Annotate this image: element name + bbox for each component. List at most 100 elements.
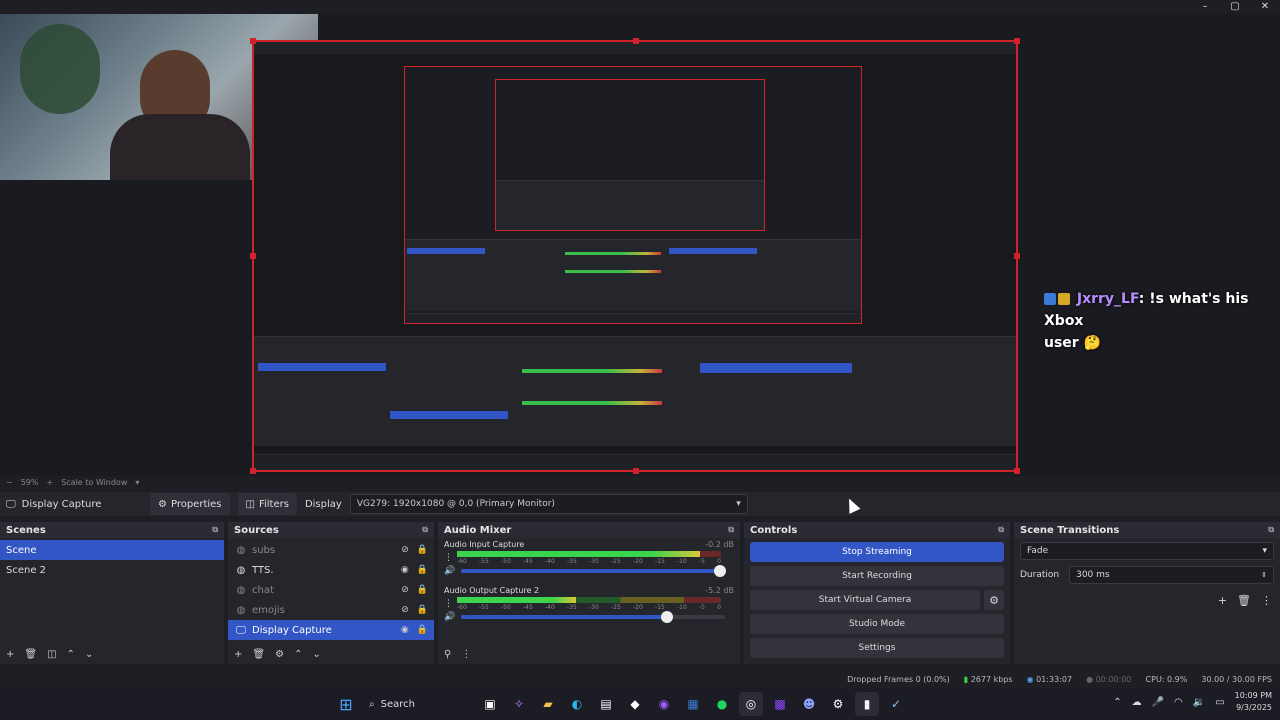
lock-icon[interactable]: 🔒 (417, 585, 428, 595)
eye-hidden-icon[interactable]: ⊘ (401, 605, 409, 615)
add-transition-icon[interactable]: + (1218, 594, 1227, 607)
start-virtual-camera-button[interactable]: Start Virtual Camera (750, 590, 980, 610)
scene-filters-icon[interactable]: ◫ (47, 649, 56, 660)
scene-item[interactable]: Scene 2 (0, 560, 224, 580)
remove-transition-icon[interactable]: 🗑 (1237, 594, 1251, 607)
undock-icon[interactable]: ⧉ (212, 525, 218, 535)
eye-icon[interactable]: ◉ (401, 565, 409, 575)
current-source-name: Display Capture (21, 498, 102, 510)
microphone-icon[interactable]: 🎤 (1152, 697, 1164, 708)
resize-handle-l[interactable] (250, 253, 256, 259)
zoom-out-icon[interactable]: − (6, 478, 13, 487)
resize-handle-b[interactable] (633, 468, 639, 474)
preview-canvas[interactable]: Jxrry_LF: !s what's his Xbox user 🤔 (0, 14, 1280, 476)
source-item[interactable]: ◍ emojis ⊘ 🔒 (228, 600, 434, 620)
source-item[interactable]: ◍ subs ⊘ 🔒 (228, 540, 434, 560)
move-down-icon[interactable]: ⌄ (85, 649, 93, 660)
volume-knob[interactable] (661, 611, 674, 623)
volume-slider[interactable] (461, 565, 726, 577)
settings-icon[interactable]: ⚙ (826, 692, 850, 716)
link-icon[interactable]: ⚲ (444, 649, 451, 660)
studio-mode-button[interactable]: Studio Mode (750, 614, 1004, 634)
source-item[interactable]: ◍ TTS. ◉ 🔒 (228, 560, 434, 580)
lock-icon[interactable]: 🔒 (417, 545, 428, 555)
undock-icon[interactable]: ⧉ (1268, 525, 1274, 535)
properties-button[interactable]: ⚙ Properties (150, 493, 230, 515)
wifi-icon[interactable]: ◠ (1174, 697, 1183, 708)
undock-icon[interactable]: ⧉ (998, 525, 1004, 535)
app-icon-2[interactable]: ▦ (681, 692, 705, 716)
mixer-menu-icon[interactable]: ⋮ (461, 649, 471, 660)
remove-scene-icon[interactable]: 🗑 (24, 649, 37, 660)
volume-icon[interactable]: 🔉 (1193, 697, 1205, 708)
start-icon[interactable]: ⊞ (334, 692, 358, 716)
display-select[interactable]: VG279: 1920x1080 @ 0,0 (Primary Monitor)… (349, 494, 748, 514)
task-view-icon[interactable]: ▣ (478, 692, 502, 716)
minimize-button[interactable]: – (1190, 0, 1220, 14)
scene-item[interactable]: Scene (0, 540, 224, 560)
chevron-down-icon[interactable]: ▾ (135, 478, 139, 487)
speaker-icon[interactable]: 🔊 (444, 612, 455, 622)
messenger-icon[interactable]: ◉ (652, 692, 676, 716)
app-icon[interactable]: ◆ (623, 692, 647, 716)
undock-icon[interactable]: ⧉ (728, 525, 734, 535)
transition-select[interactable]: Fade ▾ (1020, 542, 1274, 560)
speaker-icon[interactable]: 🔊 (444, 566, 455, 576)
edge-icon[interactable]: ◐ (565, 692, 589, 716)
volume-slider[interactable] (461, 611, 726, 623)
duration-input[interactable]: 300 ms ⇕ (1069, 566, 1274, 584)
start-recording-button[interactable]: Start Recording (750, 566, 1004, 586)
transition-menu-icon[interactable]: ⋮ (1261, 594, 1272, 607)
move-down-icon[interactable]: ⌄ (312, 649, 320, 660)
store-icon[interactable]: ▤ (594, 692, 618, 716)
app-icon-3[interactable]: ▮ (855, 692, 879, 716)
settings-button[interactable]: Settings (750, 638, 1004, 658)
filters-button[interactable]: ◫ Filters (237, 493, 297, 515)
clock[interactable]: 10:09 PM 9/3/2025 (1235, 690, 1272, 714)
volume-knob[interactable] (713, 565, 726, 577)
spotify-icon[interactable]: ● (710, 692, 734, 716)
zoom-in-icon[interactable]: + (46, 478, 53, 487)
scale-mode[interactable]: Scale to Window (61, 478, 127, 487)
resize-handle-t[interactable] (633, 38, 639, 44)
resize-handle-r[interactable] (1014, 253, 1020, 259)
source-item[interactable]: 🖵 Display Capture ◉ 🔒 (228, 620, 434, 640)
battery-icon[interactable]: ▭ (1215, 697, 1224, 708)
steam-icon[interactable]: ✓ (884, 692, 908, 716)
virtual-camera-settings-icon[interactable]: ⚙ (984, 590, 1004, 610)
copilot-icon[interactable]: ✧ (507, 692, 531, 716)
add-scene-icon[interactable]: + (6, 649, 14, 660)
lock-icon[interactable]: 🔒 (417, 625, 428, 635)
chevron-up-icon[interactable]: ⌃ (1113, 697, 1121, 708)
stepper-icon[interactable]: ⇕ (1261, 571, 1267, 579)
resize-handle-br[interactable] (1014, 468, 1020, 474)
resize-handle-bl[interactable] (250, 468, 256, 474)
windows-taskbar: ⊞ ⌕ Search ▣ ✧ ▰ ◐ ▤ ◆ ◉ ▦ ● ◎ ▩ ☻ ⚙ ▮ ✓… (0, 688, 1280, 720)
undock-icon[interactable]: ⧉ (422, 525, 428, 535)
discord-icon[interactable]: ☻ (797, 692, 821, 716)
remove-source-icon[interactable]: 🗑 (252, 649, 265, 660)
eye-icon[interactable]: ◉ (401, 625, 409, 635)
eye-hidden-icon[interactable]: ⊘ (401, 545, 409, 555)
twitch-icon[interactable]: ▩ (768, 692, 792, 716)
source-item[interactable]: ◍ chat ⊘ 🔒 (228, 580, 434, 600)
onedrive-icon[interactable]: ☁ (1132, 697, 1142, 708)
channel-menu-icon[interactable]: ⋮ (444, 599, 453, 609)
add-source-icon[interactable]: + (234, 649, 242, 660)
move-up-icon[interactable]: ⌃ (294, 649, 302, 660)
close-button[interactable]: ✕ (1250, 0, 1280, 14)
display-capture-selected[interactable] (250, 38, 1020, 474)
channel-menu-icon[interactable]: ⋮ (444, 553, 453, 563)
eye-hidden-icon[interactable]: ⊘ (401, 585, 409, 595)
source-properties-icon[interactable]: ⚙ (275, 649, 284, 660)
move-up-icon[interactable]: ⌃ (67, 649, 75, 660)
resize-handle-tl[interactable] (250, 38, 256, 44)
obs-icon[interactable]: ◎ (739, 692, 763, 716)
lock-icon[interactable]: 🔒 (417, 605, 428, 615)
file-explorer-icon[interactable]: ▰ (536, 692, 560, 716)
lock-icon[interactable]: 🔒 (417, 565, 428, 575)
resize-handle-tr[interactable] (1014, 38, 1020, 44)
maximize-button[interactable]: ▢ (1220, 0, 1250, 14)
stop-streaming-button[interactable]: Stop Streaming (750, 542, 1004, 562)
taskbar-search[interactable]: ⌕ Search (363, 692, 473, 716)
